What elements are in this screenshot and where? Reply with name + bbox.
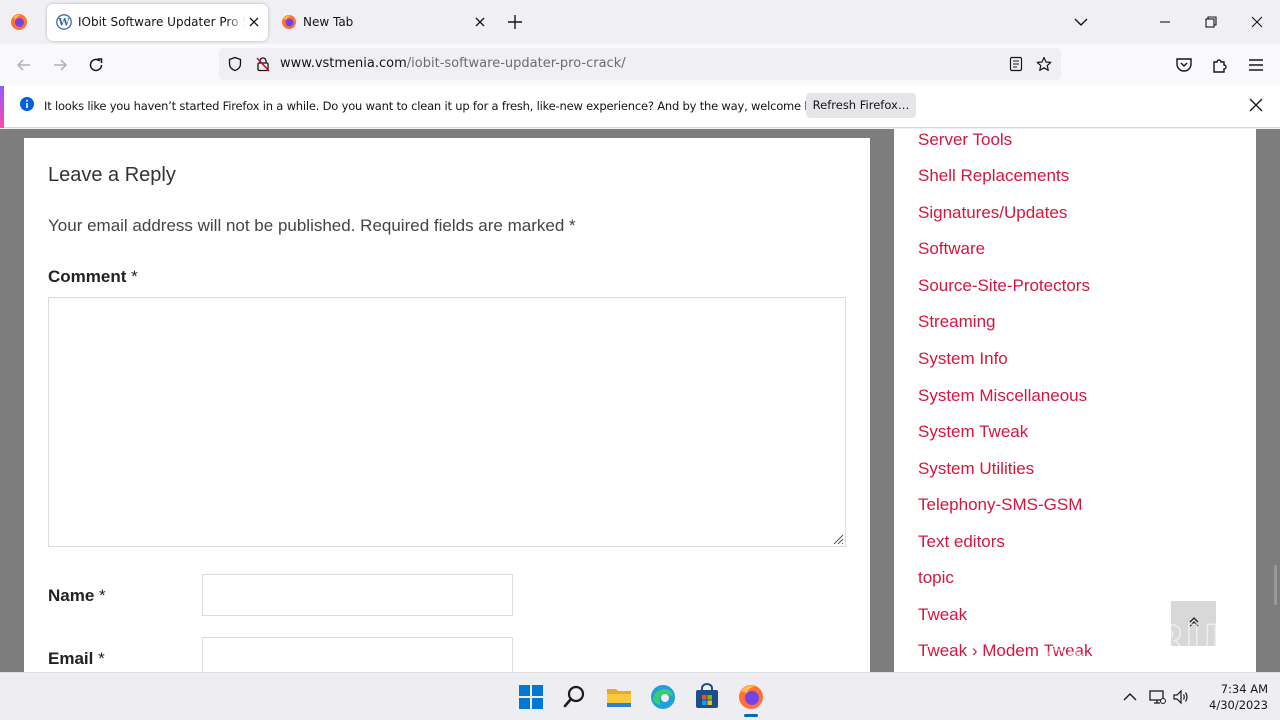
category-link[interactable]: topic [918, 568, 954, 588]
navigation-toolbar: www.vstmenia.com/iobit-software-updater-… [0, 44, 1280, 86]
category-link[interactable]: Server Tools [918, 130, 1012, 150]
category-link[interactable]: Source-Site-Protectors [918, 276, 1090, 296]
name-label-text: Name [48, 586, 95, 605]
restore-icon[interactable] [1199, 10, 1223, 34]
category-link[interactable]: Software [918, 239, 985, 259]
store-icon[interactable] [693, 683, 721, 711]
category-link[interactable]: System Miscellaneous [918, 386, 1087, 406]
required-marker: * [98, 649, 105, 668]
list-all-tabs-chevron-icon[interactable] [1072, 14, 1090, 30]
system-clock[interactable]: 7:34 AM 4/30/2023 [1198, 681, 1268, 713]
email-input[interactable] [202, 637, 513, 672]
notification-accent [0, 86, 4, 128]
url-host: www.vstmenia.com [280, 56, 407, 71]
required-marker: * [569, 216, 576, 235]
category-link[interactable]: System Info [918, 349, 1008, 369]
info-icon [20, 97, 34, 111]
firefox-view-icon[interactable] [10, 13, 28, 31]
comment-label: Comment * [48, 267, 138, 287]
new-tab-plus-icon[interactable] [505, 12, 525, 32]
category-link[interactable]: Telephony-SMS-GSM [918, 495, 1082, 515]
volume-icon[interactable] [1172, 688, 1190, 706]
tab-title: IObit Software Updater Pro 5.4.0 [78, 15, 246, 29]
close-tab-icon[interactable] [474, 16, 486, 28]
search-icon[interactable] [561, 683, 589, 711]
email-label: Email * [48, 649, 105, 669]
firefox-icon [282, 15, 296, 29]
comment-notes-text: Your email address will not be published… [48, 216, 565, 235]
close-window-icon[interactable] [1245, 10, 1269, 34]
tab-new-tab[interactable]: New Tab [272, 4, 494, 41]
tracking-protection-shield-icon[interactable] [227, 56, 243, 72]
windows-taskbar: 7:34 AM 4/30/2023 [0, 672, 1280, 720]
clock-time: 7:34 AM [1220, 682, 1268, 696]
category-link[interactable]: Text editors [918, 532, 1005, 552]
url-bar[interactable]: www.vstmenia.com/iobit-software-updater-… [219, 48, 1061, 80]
edge-icon[interactable] [649, 683, 677, 711]
pocket-icon[interactable] [1173, 54, 1195, 76]
page-viewport: Leave a Reply Your email address will no… [0, 129, 1280, 672]
url-path: /iobit-software-updater-pro-crack/ [406, 56, 626, 71]
close-notification-icon[interactable] [1248, 97, 1264, 113]
reader-view-icon[interactable] [1008, 56, 1024, 72]
reply-form-card: Leave a Reply Your email address will no… [24, 138, 870, 672]
tab-iobit[interactable]: W IObit Software Updater Pro 5.4.0 [47, 4, 268, 41]
category-link[interactable]: Signatures/Updates [918, 203, 1067, 223]
email-label-text: Email [48, 649, 94, 668]
back-arrow-icon[interactable] [13, 54, 35, 76]
watermark-text: ANY RUN [1040, 616, 1235, 665]
category-link[interactable]: System Tweak [918, 422, 1028, 442]
file-explorer-icon[interactable] [605, 683, 633, 711]
network-icon[interactable] [1148, 688, 1166, 706]
comment-label-text: Comment [48, 267, 127, 286]
anyrun-watermark: ANY RUN [1040, 613, 1235, 666]
clock-date: 4/30/2023 [1209, 698, 1268, 712]
tab-title: New Tab [303, 15, 354, 29]
reply-title: Leave a Reply [48, 164, 176, 186]
sidebar-categories: Server Tools Shell Replacements Signatur… [894, 129, 1256, 672]
svg-text:W: W [57, 18, 70, 29]
close-tab-icon[interactable] [248, 16, 260, 28]
forward-arrow-icon[interactable] [49, 54, 71, 76]
name-label: Name * [48, 586, 106, 606]
comment-textarea[interactable] [48, 297, 846, 547]
reload-icon[interactable] [85, 54, 107, 76]
extensions-puzzle-icon[interactable] [1209, 54, 1231, 76]
start-icon[interactable] [517, 683, 545, 711]
category-link[interactable]: Shell Replacements [918, 166, 1069, 186]
show-hidden-icons-chevron-icon[interactable] [1121, 688, 1139, 706]
bookmark-star-icon[interactable] [1036, 56, 1052, 72]
category-link[interactable]: System Utilities [918, 459, 1034, 479]
hamburger-menu-icon[interactable] [1245, 54, 1267, 76]
comment-notes: Your email address will not be published… [48, 216, 576, 236]
firefox-icon[interactable] [737, 683, 765, 711]
category-link[interactable]: Tweak [918, 605, 967, 625]
resize-grip-icon[interactable] [832, 533, 844, 545]
required-marker: * [131, 267, 138, 286]
required-marker: * [99, 586, 106, 605]
active-app-indicator [744, 714, 758, 717]
insecure-lock-icon[interactable] [255, 56, 271, 72]
refresh-firefox-button[interactable]: Refresh Firefox… [806, 93, 916, 118]
notification-message: It looks like you haven’t started Firefo… [44, 99, 836, 113]
url-text[interactable]: www.vstmenia.com/iobit-software-updater-… [280, 56, 626, 71]
page-scrollbar-thumb[interactable] [1274, 565, 1277, 605]
tab-strip: W IObit Software Updater Pro 5.4.0 New T… [0, 0, 1280, 44]
minimize-icon[interactable] [1153, 10, 1177, 34]
name-input[interactable] [202, 574, 513, 616]
category-link[interactable]: Streaming [918, 312, 995, 332]
wordpress-icon: W [56, 14, 72, 30]
